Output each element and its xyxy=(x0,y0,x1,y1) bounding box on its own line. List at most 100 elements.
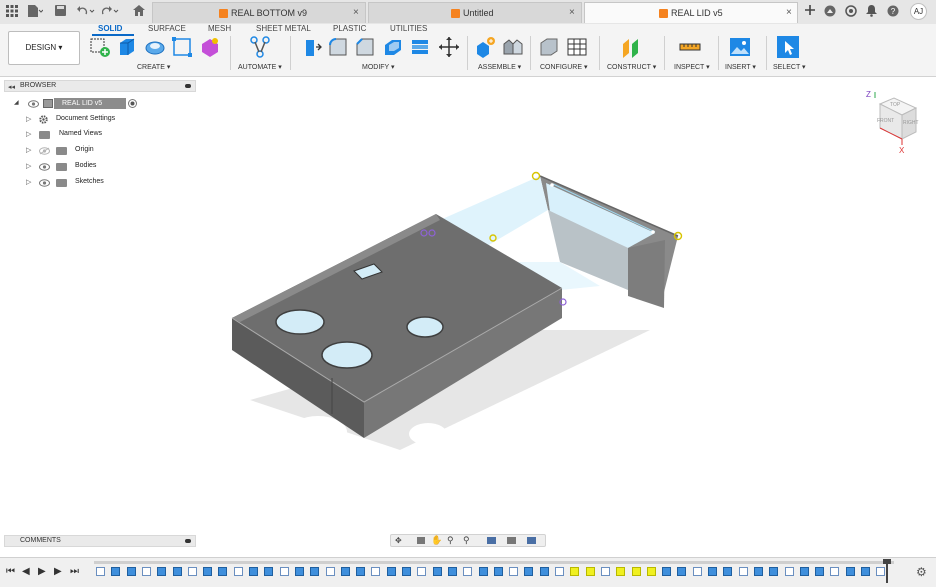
timeline-sketch-feature-icon[interactable] xyxy=(784,567,794,576)
timeline-extrude-feature-icon[interactable] xyxy=(310,567,320,576)
joint-icon[interactable] xyxy=(502,36,524,58)
timeline-sketch-feature-icon[interactable] xyxy=(600,567,610,576)
tab-mesh[interactable]: MESH xyxy=(208,24,231,33)
timeline-extrude-feature-icon[interactable] xyxy=(478,567,488,576)
timeline-step-forward-icon[interactable]: ▶ xyxy=(54,566,62,577)
timeline-extrude-feature-icon[interactable] xyxy=(356,567,366,576)
close-icon[interactable]: × xyxy=(353,7,359,18)
panel-pin-icon[interactable] xyxy=(185,84,191,88)
group-configure[interactable]: CONFIGURE ▾ xyxy=(540,63,587,71)
timeline-extrude-feature-icon[interactable] xyxy=(157,567,167,576)
timeline-extrude-feature-icon[interactable] xyxy=(799,567,809,576)
timeline-sketch-feature-icon[interactable] xyxy=(96,567,105,576)
timeline-extrude-feature-icon[interactable] xyxy=(126,567,136,576)
home-icon[interactable] xyxy=(133,5,145,16)
timeline-extrude-feature-icon[interactable] xyxy=(815,567,825,576)
expand-right-icon[interactable]: ▷ xyxy=(26,178,31,186)
look-at-icon[interactable] xyxy=(417,537,425,544)
insert-image-icon[interactable] xyxy=(729,36,751,58)
group-construct[interactable]: CONSTRUCT ▾ xyxy=(607,63,656,71)
tab-plastic[interactable]: PLASTIC xyxy=(333,24,366,33)
canvas-3d-model[interactable] xyxy=(200,160,720,500)
browser-panel-header[interactable]: ◂◂ BROWSER xyxy=(4,80,196,92)
timeline-sketch-feature-icon[interactable] xyxy=(325,567,335,576)
timeline-sketch-feature-icon[interactable] xyxy=(830,567,840,576)
notifications-bell-icon[interactable] xyxy=(866,5,877,17)
tab-real-bottom[interactable]: REAL BOTTOM v9 × xyxy=(152,2,366,23)
expand-down-icon[interactable]: ◢ xyxy=(14,99,19,106)
sweep-icon[interactable] xyxy=(171,36,193,58)
file-menu-icon[interactable] xyxy=(27,4,43,18)
close-icon[interactable]: × xyxy=(569,7,575,18)
visibility-eye-icon[interactable] xyxy=(39,179,50,187)
shell-icon[interactable] xyxy=(382,36,404,58)
tab-solid[interactable]: SOLID xyxy=(98,24,122,33)
help-icon[interactable]: ? xyxy=(887,5,899,17)
pan-hand-icon[interactable]: ✋ xyxy=(431,535,442,546)
timeline-extrude-feature-icon[interactable] xyxy=(294,567,304,576)
expand-right-icon[interactable]: ▷ xyxy=(26,130,31,138)
timeline-step-back-icon[interactable]: ◀ xyxy=(22,566,30,577)
group-create[interactable]: CREATE ▾ xyxy=(137,63,170,71)
cube-face-right[interactable]: RIGHT xyxy=(903,120,919,126)
timeline-sketch-feature-icon[interactable] xyxy=(509,567,519,576)
tab-surface[interactable]: SURFACE xyxy=(148,24,186,33)
move-copy-icon[interactable] xyxy=(438,36,460,58)
display-settings-icon[interactable] xyxy=(487,537,496,544)
new-component-icon[interactable] xyxy=(474,36,496,58)
configure-icon[interactable] xyxy=(538,36,560,58)
timeline-extrude-feature-icon[interactable] xyxy=(340,567,350,576)
timeline-extrude-feature-icon[interactable] xyxy=(539,567,549,576)
timeline-extrude-feature-icon[interactable] xyxy=(386,567,396,576)
undo-icon[interactable] xyxy=(77,5,95,16)
tab-real-lid[interactable]: REAL LID v5 × xyxy=(584,2,798,23)
form-icon[interactable] xyxy=(199,36,221,58)
cube-face-front[interactable]: FRONT xyxy=(877,118,894,124)
group-inspect[interactable]: INSPECT ▾ xyxy=(674,63,710,71)
timeline-extrude-feature-icon[interactable] xyxy=(570,567,580,576)
job-status-icon[interactable] xyxy=(845,5,857,17)
timeline-extrude-feature-icon[interactable] xyxy=(218,567,228,576)
orbit-icon[interactable]: ✥ xyxy=(395,536,402,545)
fillet-icon[interactable] xyxy=(327,36,349,58)
timeline-extrude-feature-icon[interactable] xyxy=(524,567,534,576)
timeline-marker[interactable] xyxy=(886,561,888,583)
chamfer-icon[interactable] xyxy=(354,36,376,58)
timeline-sketch-feature-icon[interactable] xyxy=(463,567,473,576)
redo-icon[interactable] xyxy=(102,5,120,16)
timeline-extrude-feature-icon[interactable] xyxy=(432,567,442,576)
timeline-extrude-feature-icon[interactable] xyxy=(631,567,641,576)
timeline-extrude-feature-icon[interactable] xyxy=(447,567,457,576)
expand-right-icon[interactable]: ▷ xyxy=(26,162,31,170)
timeline-extrude-feature-icon[interactable] xyxy=(111,567,121,576)
timeline-settings-gear-icon[interactable]: ⚙ xyxy=(916,565,927,579)
timeline-extrude-feature-icon[interactable] xyxy=(203,567,213,576)
tab-utilities[interactable]: UTILITIES xyxy=(390,24,427,33)
tree-item-root[interactable]: ◢ REAL LID v5 xyxy=(14,98,194,111)
timeline-marker-handle[interactable] xyxy=(883,559,891,564)
new-tab-plus-icon[interactable] xyxy=(804,4,816,16)
timeline-sketch-feature-icon[interactable] xyxy=(187,567,197,576)
apps-grid-icon[interactable] xyxy=(6,5,18,17)
visibility-eye-icon[interactable] xyxy=(28,100,39,108)
expand-right-icon[interactable]: ▷ xyxy=(26,115,31,123)
timeline-sketch-feature-icon[interactable] xyxy=(738,567,748,576)
timeline-extrude-feature-icon[interactable] xyxy=(753,567,763,576)
extrude-icon[interactable] xyxy=(116,36,138,58)
configuration-table-icon[interactable] xyxy=(566,36,588,58)
timeline-extrude-feature-icon[interactable] xyxy=(585,567,595,576)
timeline-extrude-feature-icon[interactable] xyxy=(769,567,779,576)
visibility-eye-icon[interactable] xyxy=(39,163,50,171)
viewports-icon[interactable] xyxy=(527,537,536,544)
collapse-arrow-icon[interactable]: ◂◂ xyxy=(8,83,15,91)
automate-icon[interactable] xyxy=(249,36,271,58)
group-select[interactable]: SELECT ▾ xyxy=(773,63,806,71)
grid-settings-icon[interactable] xyxy=(507,537,516,544)
workspace-design-button[interactable]: DESIGN ▾ xyxy=(8,31,80,65)
timeline-extrude-feature-icon[interactable] xyxy=(264,567,274,576)
timeline-extrude-feature-icon[interactable] xyxy=(172,567,182,576)
user-avatar[interactable]: AJ xyxy=(910,3,927,20)
group-assemble[interactable]: ASSEMBLE ▾ xyxy=(478,63,521,71)
panel-pin-icon[interactable] xyxy=(185,539,191,543)
timeline-sketch-feature-icon[interactable] xyxy=(417,567,427,576)
